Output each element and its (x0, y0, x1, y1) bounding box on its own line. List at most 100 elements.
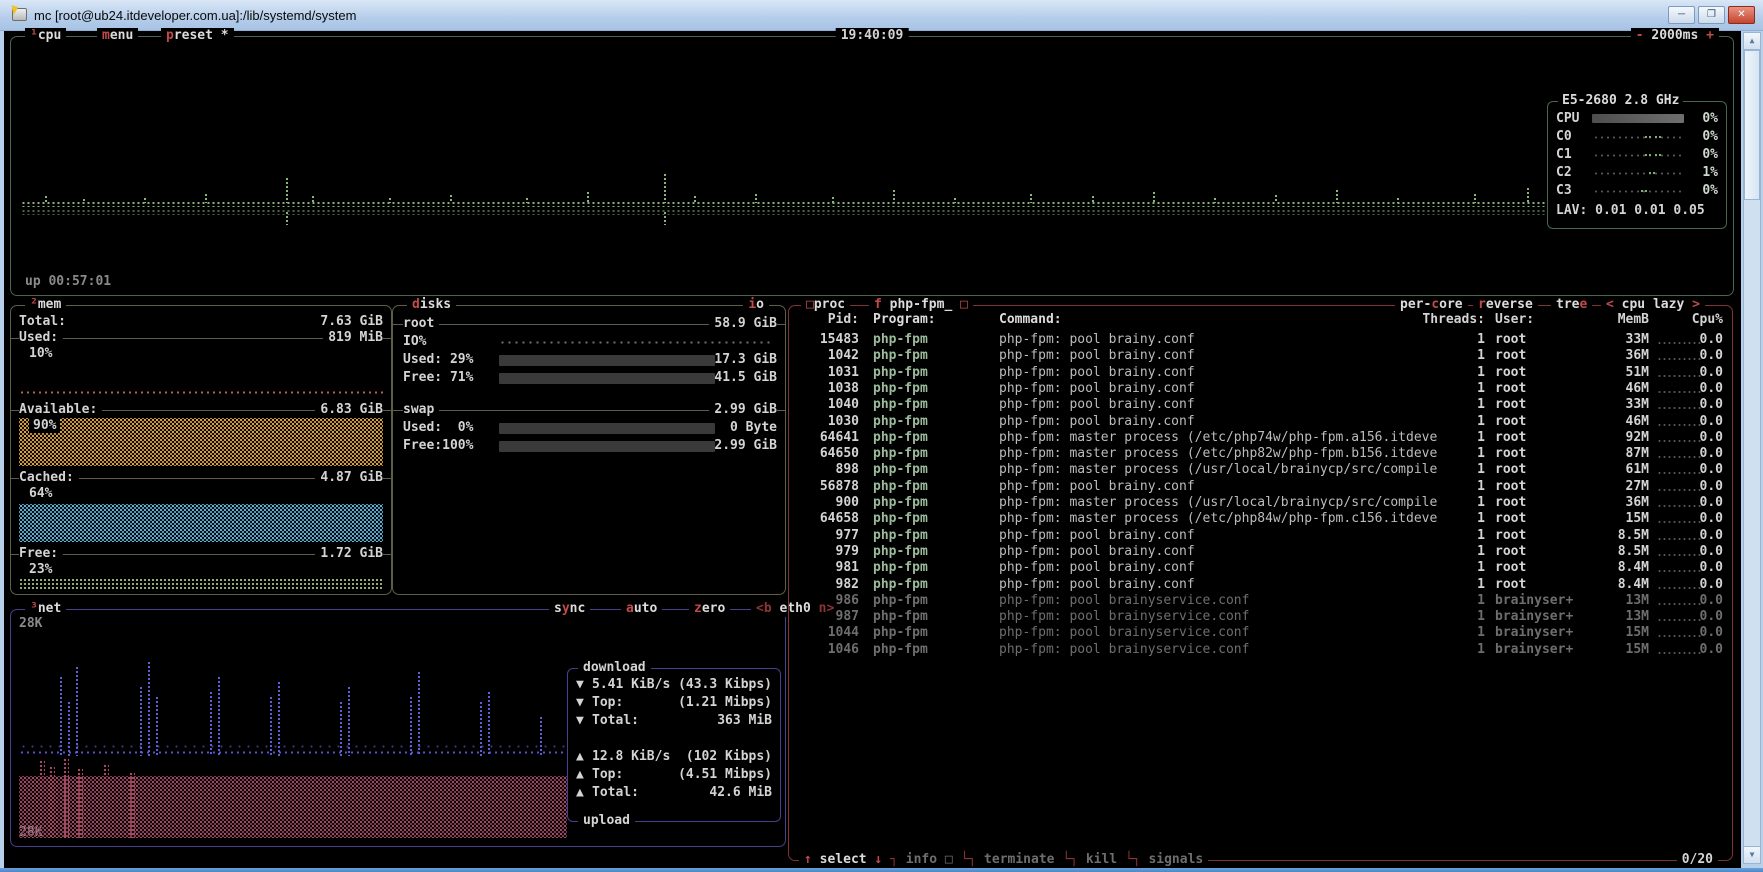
process-row[interactable]: 64650 php-fpm php-fpm: master process (/… (789, 446, 1732, 462)
sync-button[interactable]: sync (549, 601, 590, 617)
interface-prev-button[interactable]: <b (756, 601, 772, 616)
process-row[interactable]: 977 php-fpm php-fpm: pool brainy.conf 1 … (789, 528, 1732, 544)
process-row[interactable]: 898 php-fpm php-fpm: master process (/us… (789, 462, 1732, 478)
download-graph (19, 624, 567, 756)
cpu-box: ¹cpu menu preset * 19:40:09 - 2000ms + E… (10, 36, 1734, 296)
interval-control: - 2000ms + (1631, 28, 1719, 44)
scroll-up-button[interactable]: ▲ (1744, 33, 1760, 50)
app-icon (10, 7, 28, 23)
preset-button[interactable]: preset * (161, 28, 234, 44)
io-toggle-button[interactable]: io (743, 297, 769, 313)
filter-clear-button[interactable]: □ (960, 297, 968, 312)
cpu-info-box: E5-2680 2.8 GHz CPU 0% C0 0% C1 0% (1547, 101, 1727, 229)
minimize-button[interactable]: ─ (1668, 6, 1695, 24)
mem-available-graph (19, 418, 383, 466)
disk-io-graph (499, 340, 773, 345)
core-meter (1592, 188, 1684, 194)
clock: 19:40:09 (836, 28, 909, 44)
per-core-button[interactable]: per-core (1395, 297, 1468, 313)
sort-prev-button[interactable]: < (1606, 297, 1614, 312)
mem-free-graph (19, 578, 383, 591)
disk-used-row: Used: 0% 0 Byte (403, 420, 777, 436)
process-row[interactable]: 56878 php-fpm php-fpm: pool brainy.conf … (789, 479, 1732, 495)
sort-next-button[interactable]: > (1692, 297, 1700, 312)
process-row[interactable]: 1042 php-fpm php-fpm: pool brainy.conf 1… (789, 348, 1732, 364)
disk-io-row: IO% (403, 334, 777, 350)
menu-button[interactable]: menu (97, 28, 138, 44)
terminate-button[interactable]: terminate (984, 852, 1054, 867)
reverse-button[interactable]: reverse (1473, 297, 1538, 313)
signals-button[interactable]: signals (1148, 852, 1203, 867)
process-row[interactable]: 1046 php-fpm php-fpm: pool brainyservice… (789, 642, 1732, 658)
scroll-down-icon: ▼ (1750, 850, 1755, 859)
close-button[interactable]: ✕ (1728, 6, 1755, 24)
mem-available-row: Available:6.83 GiB (11, 402, 391, 417)
window: mc [root@ub24.itdeveloper.com.ua]:/lib/s… (0, 0, 1763, 872)
info-button[interactable]: info □ (906, 852, 953, 867)
process-row[interactable]: 982 php-fpm php-fpm: pool brainy.conf 1 … (789, 577, 1732, 593)
process-row[interactable]: 1030 php-fpm php-fpm: pool brainy.conf 1… (789, 414, 1732, 430)
scroll-down-button[interactable]: ▼ (1744, 846, 1760, 863)
zero-button[interactable]: zero (689, 601, 730, 617)
up-arrow-icon: ▲ (576, 749, 592, 766)
terminal: ¹cpu menu preset * 19:40:09 - 2000ms + E… (4, 31, 1741, 868)
process-row[interactable]: 1044 php-fpm php-fpm: pool brainyservice… (789, 625, 1732, 641)
disks-box-title: disks (407, 297, 456, 313)
load-average-row: LAV: 0.01 0.01 0.05 (1556, 202, 1718, 219)
down-arrow-icon: ▼ (576, 713, 592, 730)
core-row: C1 0% (1556, 146, 1718, 163)
process-row[interactable]: 981 php-fpm php-fpm: pool brainy.conf 1 … (789, 560, 1732, 576)
process-row[interactable]: 15483 php-fpm php-fpm: pool brainy.conf … (789, 332, 1732, 348)
disk-free-bar (499, 441, 715, 452)
sort-value: cpu lazy (1622, 297, 1685, 312)
mem-box-title: ²mem (25, 297, 66, 313)
maximize-icon: ❐ (1707, 9, 1716, 20)
titlebar[interactable]: mc [root@ub24.itdeveloper.com.ua]:/lib/s… (0, 0, 1763, 31)
uptime: up 00:57:01 (25, 274, 111, 289)
upload-speed-row: ▲12.8 KiB/s(102 Kibps) (576, 749, 772, 766)
proc-footer: ↑ select ↓ ┐ info □ └┐ terminate └┐ kill… (799, 852, 1208, 868)
download-speed-row: ▼5.41 KiB/s(43.3 Kibps) (576, 677, 772, 694)
core-meter (1592, 152, 1684, 158)
select-control[interactable]: ↑ select ↓ (804, 852, 882, 867)
maximize-button[interactable]: ❐ (1698, 6, 1725, 24)
process-row[interactable]: 900 php-fpm php-fpm: master process (/us… (789, 495, 1732, 511)
kill-button[interactable]: kill (1086, 852, 1117, 867)
cpu-total-meter (1592, 114, 1684, 123)
process-row[interactable]: 1038 php-fpm php-fpm: pool brainy.conf 1… (789, 381, 1732, 397)
cpu-graph-baseline (21, 201, 1549, 207)
window-bottom-border (0, 868, 1763, 872)
process-row[interactable]: 64641 php-fpm php-fpm: master process (/… (789, 430, 1732, 446)
process-row[interactable]: 1031 php-fpm php-fpm: pool brainy.conf 1… (789, 365, 1732, 381)
process-row[interactable]: 64658 php-fpm php-fpm: master process (/… (789, 511, 1732, 527)
scrollbar[interactable]: ▲ ▼ (1743, 32, 1761, 864)
core-row: C2 1% (1556, 164, 1718, 181)
sort-selector: < cpu lazy > (1601, 297, 1705, 313)
upload-top-row: ▲Top:(4.51 Mibps) (576, 767, 772, 784)
process-row[interactable]: 1040 php-fpm php-fpm: pool brainy.conf 1… (789, 397, 1732, 413)
download-total-row: ▼Total:363 MiB (576, 713, 772, 730)
mem-box: ²mem Total:7.63 GiB Used:819 MiB 10% Ava… (10, 305, 392, 595)
process-row[interactable]: 987 php-fpm php-fpm: pool brainyservice.… (789, 609, 1732, 625)
mem-available-percent: 90% (29, 418, 60, 433)
cpu-box-title: ¹cpu (25, 28, 66, 44)
process-row[interactable]: 986 php-fpm php-fpm: pool brainyservice.… (789, 593, 1732, 609)
filter-input[interactable]: f php-fpm_ □ (869, 297, 973, 313)
process-row[interactable]: 979 php-fpm php-fpm: pool brainy.conf 1 … (789, 544, 1732, 560)
proc-box-title: □proc (801, 297, 850, 313)
down-arrow-icon: ▼ (576, 695, 592, 712)
mem-total-row: Total:7.63 GiB (19, 314, 383, 329)
auto-button[interactable]: auto (621, 601, 662, 617)
net-box-title: ³net (25, 601, 66, 617)
core-meter (1592, 170, 1684, 176)
interval-increase-button[interactable]: + (1706, 28, 1714, 43)
proc-box: □proc f php-fpm_ □ per-core reverse tree… (788, 305, 1733, 861)
disk-used-bar (499, 423, 715, 434)
disks-box: disks io root58.9 GiB IO% Used: 29% 17.3… (392, 305, 786, 595)
scrollbar-thumb[interactable] (1744, 50, 1760, 200)
cpu-graph (21, 97, 1549, 247)
tree-button[interactable]: tree (1551, 297, 1592, 313)
interval-value: 2000ms (1651, 28, 1698, 43)
interval-decrease-button[interactable]: - (1636, 28, 1644, 43)
proc-table-header: Pid: Program: Command: Threads: User: Me… (789, 312, 1732, 328)
